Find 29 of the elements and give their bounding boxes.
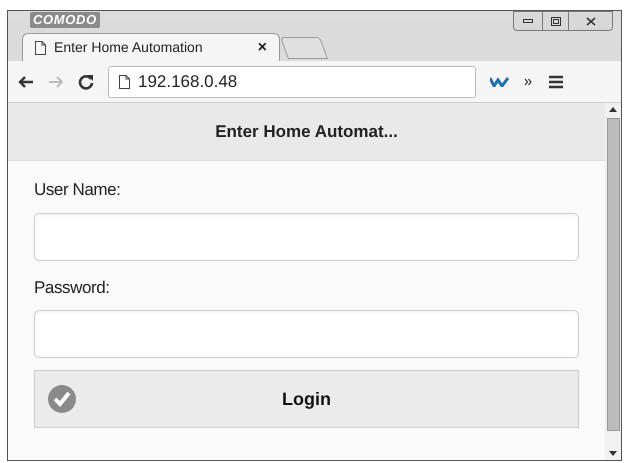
back-arrow-icon[interactable] [18,74,34,88]
login-button[interactable]: Login [34,370,579,428]
page-icon [35,40,46,54]
field-label: Password: [34,276,111,298]
maximize-button[interactable] [543,11,569,31]
check-icon [47,384,77,414]
address-field[interactable]: 192.168.0.48 [108,66,476,98]
url-text: 192.168.0.48 [138,70,238,93]
input-field[interactable] [34,310,579,358]
menu-icon[interactable] [548,74,564,90]
brand-logo: COMODO [30,12,100,28]
page-title: Enter Home Automat... [215,120,398,143]
tab-title: Enter Home Automation [54,38,203,57]
minimize-button[interactable] [513,11,543,31]
reload-icon[interactable] [78,74,94,90]
extension-icon[interactable] [490,76,510,86]
close-button[interactable] [569,11,613,31]
scrollbar[interactable] [605,103,621,460]
chevron-icon[interactable] [524,78,532,86]
maximize-icon [550,16,560,26]
minimize-icon [523,19,533,23]
input-field[interactable] [34,212,579,260]
close-icon [586,16,596,26]
scroll-up-icon[interactable] [609,107,617,112]
browser-tab[interactable]: Enter Home Automation × [22,33,280,61]
scroll-down-icon[interactable] [609,451,617,456]
tab-close-button[interactable]: × [258,36,267,60]
page-icon [119,74,130,88]
field-label: User Name: [34,179,122,201]
